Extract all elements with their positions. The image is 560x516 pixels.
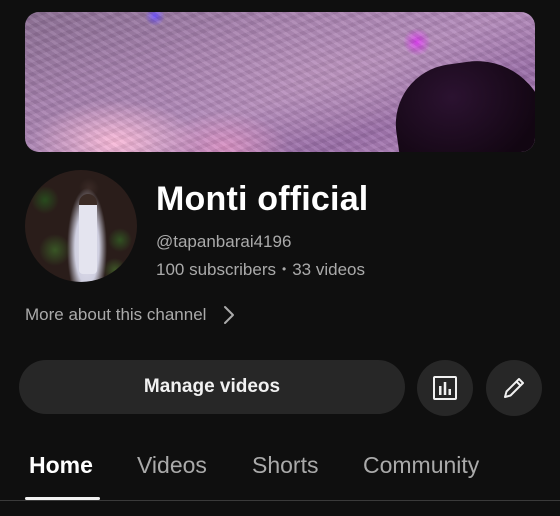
tab-community[interactable]: Community [363, 452, 479, 479]
subscriber-count: 100 subscribers [156, 260, 277, 279]
channel-stats: 100 subscribers • 33 videos [156, 260, 365, 280]
channel-avatar[interactable] [25, 170, 137, 282]
tab-videos[interactable]: Videos [137, 452, 207, 479]
more-about-label: More about this channel [25, 305, 207, 324]
pencil-icon [504, 378, 524, 398]
analytics-button[interactable] [417, 360, 473, 416]
chevron-right-icon [224, 306, 235, 324]
tab-shorts[interactable]: Shorts [252, 452, 318, 479]
tab-home[interactable]: Home [29, 452, 93, 479]
manage-videos-button[interactable]: Manage videos [19, 360, 405, 414]
channel-handle: @tapanbarai4196 [156, 232, 292, 251]
avatar-person [79, 194, 97, 274]
analytics-icon [433, 376, 457, 400]
channel-tabs: Home Videos Shorts Community [0, 440, 560, 502]
stats-separator: • [282, 262, 287, 276]
edit-channel-button[interactable] [486, 360, 542, 416]
more-about-channel-link[interactable]: More about this channel [25, 305, 236, 325]
video-count: 33 videos [292, 260, 365, 279]
channel-name: Monti official [156, 180, 369, 218]
channel-banner [25, 12, 535, 152]
tabs-divider [0, 500, 560, 501]
